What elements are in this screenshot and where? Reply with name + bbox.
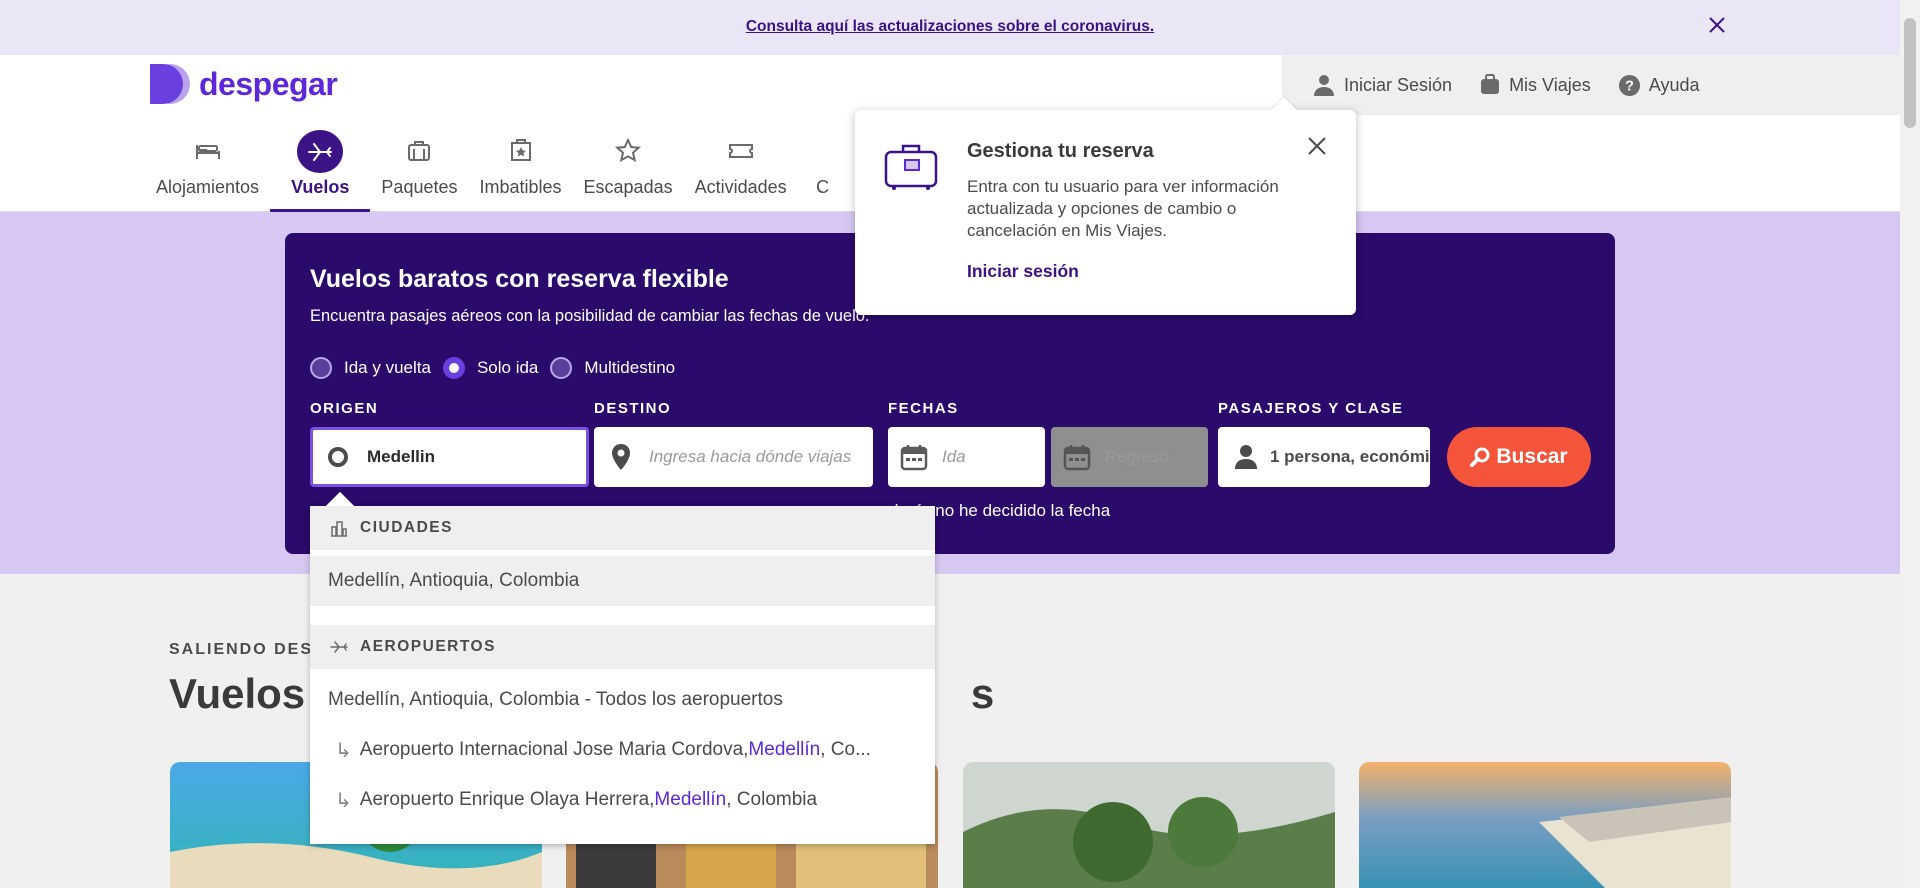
suitcase-icon (408, 141, 431, 161)
destination-input[interactable] (649, 447, 873, 467)
popover-title: Gestiona tu reserva (967, 140, 1154, 162)
radio-one-way[interactable]: Solo ida (442, 357, 538, 379)
tab-label: C (816, 177, 830, 197)
destination-card[interactable] (963, 762, 1335, 888)
calendar-icon (1063, 445, 1091, 471)
tab-actividades[interactable]: Actividades (684, 130, 798, 212)
city-icon (331, 521, 347, 537)
tab-label: Vuelos (291, 177, 350, 197)
airport-option[interactable]: ↳ Aeropuerto Enrique Olaya Herrera, Mede… (310, 775, 935, 825)
jungle-image (963, 762, 1335, 888)
destination-field[interactable] (594, 427, 873, 487)
coronavirus-link[interactable]: Consulta aquí las actualizaciones sobre … (0, 18, 1900, 36)
tab-paquetes[interactable]: Paquetes (370, 130, 468, 212)
scrollbar-thumb[interactable] (1904, 18, 1916, 128)
destination-card[interactable] (1359, 762, 1731, 888)
page-scrollbar[interactable] (1900, 0, 1920, 888)
location-pin-icon (612, 444, 630, 470)
radio-multidestination[interactable]: Multidestino (550, 357, 675, 379)
popover-login-link[interactable]: Iniciar sesión (967, 261, 1079, 282)
cities-header: CIUDADES (310, 506, 935, 550)
popover-body: Entra con tu usuario para ver informació… (967, 177, 1279, 240)
city-option[interactable]: Medellín, Antioquia, Colombia (310, 556, 935, 606)
return-input (1105, 447, 1208, 467)
passengers-field[interactable] (1218, 427, 1430, 487)
manage-booking-popover: Gestiona tu reserva Entra con tu usuario… (855, 97, 1356, 315)
sub-arrow-icon: ↳ (335, 739, 352, 762)
search-icon (1470, 447, 1490, 467)
tab-label: Alojamientos (156, 177, 260, 197)
user-bar: Iniciar Sesión Mis Viajes ? Ayuda (1282, 55, 1900, 115)
origin-input[interactable] (367, 447, 586, 467)
all-airports-option[interactable]: Medellín, Antioquia, Colombia - Todos lo… (310, 675, 935, 725)
tab-alojamientos[interactable]: Alojamientos (145, 130, 270, 212)
tab-label: Paquetes (381, 177, 458, 197)
my-trips-label: Mis Viajes (1509, 74, 1591, 95)
product-nav: Alojamientos Vuelos Paquetes Imbatibles … (145, 130, 848, 212)
coast-image (1359, 762, 1731, 888)
passengers-label: PASAJEROS Y CLASE (1218, 400, 1404, 417)
tab-more[interactable]: C (798, 130, 848, 212)
search-subtitle: Encuentra pasajes aéreos con la posibili… (310, 307, 870, 325)
trip-type-group: Ida y vuelta Solo ida Multidestino (310, 357, 687, 379)
ticket-icon (728, 144, 753, 158)
origin-autocomplete: CIUDADES Medellín, Antioquia, Colombia A… (310, 491, 935, 844)
close-icon[interactable] (1708, 16, 1726, 34)
airport-plane-icon (330, 641, 348, 653)
bed-icon (195, 145, 220, 159)
help-icon: ? (1618, 74, 1640, 96)
search-button-label: Buscar (1496, 445, 1568, 468)
announcement-banner: Consulta aquí las actualizaciones sobre … (0, 0, 1900, 55)
calendar-icon (900, 445, 928, 471)
search-title: Vuelos baratos con reserva flexible (310, 265, 729, 293)
origin-circle-icon (328, 447, 348, 467)
airport-option[interactable]: ↳ Aeropuerto Internacional Jose Maria Co… (310, 725, 935, 775)
dates-label: FECHAS (888, 400, 959, 417)
radio-round-trip[interactable]: Ida y vuelta (310, 357, 431, 379)
star-icon (614, 137, 642, 163)
user-icon (1314, 75, 1334, 96)
origin-field[interactable] (310, 427, 589, 487)
tab-escapadas[interactable]: Escapadas (573, 130, 684, 212)
my-trips-button[interactable]: Mis Viajes (1479, 73, 1591, 97)
tab-label: Actividades (694, 177, 787, 197)
tab-vuelos[interactable]: Vuelos (270, 130, 371, 212)
tab-label: Escapadas (583, 177, 673, 197)
tab-imbatibles[interactable]: Imbatibles (468, 130, 572, 212)
logo[interactable]: despegar (149, 63, 338, 105)
departure-date-field[interactable] (888, 427, 1045, 487)
badge-icon (510, 139, 531, 161)
login-button[interactable]: Iniciar Sesión (1312, 73, 1452, 97)
svg-text:?: ? (1625, 78, 1634, 94)
help-label: Ayuda (1648, 74, 1700, 95)
luggage-icon (1481, 74, 1500, 94)
plane-icon (297, 130, 344, 173)
passengers-input[interactable] (1270, 447, 1430, 467)
person-icon (1235, 445, 1257, 469)
logo-text: despegar (199, 65, 338, 102)
close-icon[interactable] (1307, 136, 1327, 156)
logo-mark-icon (150, 64, 190, 104)
destination-label: DESTINO (594, 400, 672, 417)
tab-label: Imbatibles (479, 177, 562, 197)
search-button[interactable]: Buscar (1447, 427, 1591, 487)
help-button[interactable]: ? Ayuda (1618, 74, 1700, 97)
departure-input[interactable] (942, 447, 1045, 467)
sub-arrow-icon: ↳ (335, 789, 352, 812)
origin-label: ORIGEN (310, 400, 379, 417)
airports-header: AEROPUERTOS (310, 625, 935, 669)
return-date-field (1051, 427, 1208, 487)
login-label: Iniciar Sesión (1344, 74, 1453, 95)
briefcase-icon (884, 144, 938, 190)
